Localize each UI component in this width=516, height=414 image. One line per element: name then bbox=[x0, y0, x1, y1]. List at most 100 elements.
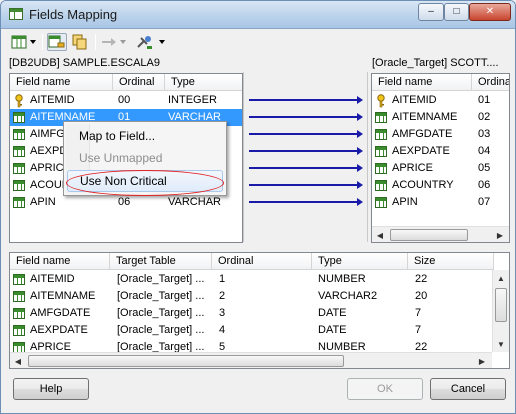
grid-icon bbox=[13, 197, 25, 208]
field-name: APIN bbox=[30, 196, 56, 208]
mapping-results-table[interactable]: Field name Target Table Ordinal Type Siz… bbox=[9, 252, 510, 369]
target-table-label: [Oracle_Target] SCOTT.... bbox=[372, 57, 499, 69]
copy-mapping-button[interactable] bbox=[71, 33, 89, 51]
field-ordinal: 02 bbox=[478, 111, 491, 123]
scroll-up-icon[interactable]: ▲ bbox=[493, 270, 509, 286]
chevron-down-icon bbox=[159, 40, 165, 44]
column-header-type[interactable]: Type bbox=[165, 74, 242, 91]
target-field-row[interactable]: AITEMNAME 02 bbox=[372, 109, 509, 126]
grid-icon bbox=[375, 197, 387, 208]
scroll-left-icon[interactable]: ◀ bbox=[10, 353, 26, 368]
column-header-ordinal[interactable]: Ordinal bbox=[212, 253, 312, 270]
column-header-ordinal[interactable]: Ordinal bbox=[113, 74, 165, 91]
mapping-row[interactable]: AMFGDATE [Oracle_Target] ... 3 DATE 7 bbox=[10, 305, 492, 322]
mapping-arrow[interactable] bbox=[249, 113, 363, 121]
grid-icon bbox=[375, 146, 387, 157]
maximize-button[interactable]: □ bbox=[444, 3, 469, 21]
tools-button[interactable] bbox=[135, 33, 155, 51]
mapping-row[interactable]: AEXPDATE [Oracle_Target] ... 4 DATE 7 bbox=[10, 322, 492, 339]
scroll-left-icon[interactable]: ◀ bbox=[372, 227, 388, 242]
field-ordinal: 00 bbox=[118, 94, 131, 106]
minimize-button[interactable]: – bbox=[418, 3, 444, 21]
menu-item-use-unmapped[interactable]: Use Unmapped bbox=[67, 147, 223, 169]
key-icon bbox=[377, 94, 385, 108]
scroll-right-icon[interactable]: ▶ bbox=[492, 227, 508, 242]
field-type: DATE bbox=[318, 324, 347, 336]
field-name: AITEMID bbox=[30, 273, 75, 285]
source-field-row[interactable]: APIN 06 VARCHAR bbox=[10, 194, 242, 211]
map-arrow-dropdown[interactable] bbox=[118, 33, 128, 51]
column-header-field-name[interactable]: Field name bbox=[10, 74, 113, 91]
target-field-row[interactable]: ACOUNTRY 06 bbox=[372, 177, 509, 194]
column-header-target-table[interactable]: Target Table bbox=[110, 253, 212, 270]
field-name: AEXPDATE bbox=[392, 145, 450, 157]
table-icon bbox=[9, 8, 23, 20]
tools-icon bbox=[137, 36, 152, 49]
source-field-row[interactable]: AITEMID 00 INTEGER bbox=[10, 92, 242, 109]
field-size: 7 bbox=[415, 324, 422, 336]
menu-item-map-to-field[interactable]: Map to Field... bbox=[67, 125, 223, 147]
field-name: AITEMID bbox=[392, 94, 437, 106]
menu-item-use-non-critical[interactable]: Use Non Critical bbox=[67, 170, 223, 192]
mapping-arrow[interactable] bbox=[249, 130, 363, 138]
target-field-row[interactable]: AEXPDATE 04 bbox=[372, 143, 509, 160]
target-table: [Oracle_Target] ... bbox=[117, 273, 205, 285]
grid-view-button[interactable] bbox=[11, 33, 27, 51]
field-ordinal: 05 bbox=[478, 162, 491, 174]
field-type: NUMBER bbox=[318, 273, 366, 285]
mapping-arrow[interactable] bbox=[249, 164, 363, 172]
tools-dropdown-button[interactable] bbox=[157, 33, 167, 51]
column-header-ordinal[interactable]: Ordina bbox=[472, 74, 509, 91]
auto-map-button[interactable] bbox=[47, 33, 67, 51]
cancel-button[interactable]: Cancel bbox=[430, 378, 506, 400]
grid-icon bbox=[13, 180, 25, 191]
target-table: [Oracle_Target] ... bbox=[117, 324, 205, 336]
field-type: INTEGER bbox=[168, 94, 217, 106]
mapping-arrow[interactable] bbox=[249, 147, 363, 155]
grid-icon bbox=[13, 146, 25, 157]
title-bar[interactable]: Fields Mapping – □ ✕ bbox=[1, 1, 515, 29]
target-horizontal-scrollbar[interactable]: ◀ ▶ bbox=[372, 226, 509, 242]
mapping-arrow[interactable] bbox=[249, 198, 363, 206]
grid-icon bbox=[375, 180, 387, 191]
field-ordinal: 3 bbox=[219, 307, 226, 319]
ok-button[interactable]: OK bbox=[347, 378, 423, 400]
help-button[interactable]: Help bbox=[13, 378, 89, 400]
copy-icon bbox=[72, 34, 87, 50]
column-header-field-name[interactable]: Field name bbox=[372, 74, 472, 91]
field-name: AITEMNAME bbox=[392, 111, 458, 123]
field-ordinal: 01 bbox=[478, 94, 491, 106]
scroll-thumb[interactable] bbox=[390, 229, 468, 241]
scroll-right-icon[interactable]: ▶ bbox=[474, 353, 490, 368]
mapping-vertical-scrollbar[interactable]: ▲ ▼ bbox=[492, 270, 509, 352]
scroll-down-icon[interactable]: ▼ bbox=[493, 336, 509, 352]
field-name: AMFGDATE bbox=[392, 128, 453, 140]
scroll-thumb[interactable] bbox=[495, 288, 507, 322]
panel-splitter[interactable] bbox=[1, 247, 515, 251]
map-arrow-button[interactable] bbox=[100, 33, 118, 51]
mapping-arrow[interactable] bbox=[249, 181, 363, 189]
target-fields-list[interactable]: Field name Ordina AITEMID 01 AITEMNAME 02 AM… bbox=[371, 73, 510, 243]
field-ordinal: 04 bbox=[478, 145, 491, 157]
target-field-row[interactable]: APIN 07 bbox=[372, 194, 509, 211]
target-field-row[interactable]: AITEMID 01 bbox=[372, 92, 509, 109]
mapping-arrow[interactable] bbox=[249, 96, 363, 104]
field-name: AMFGDATE bbox=[30, 307, 91, 319]
toolbar bbox=[7, 31, 509, 53]
source-table-label: [DB2UDB] SAMPLE.ESCALA9 bbox=[9, 57, 161, 69]
column-header-size[interactable]: Size bbox=[408, 253, 494, 270]
grid-dropdown-button[interactable] bbox=[28, 33, 38, 51]
target-field-row[interactable]: APRICE 05 bbox=[372, 160, 509, 177]
field-type: VARCHAR2 bbox=[318, 290, 378, 302]
close-button[interactable]: ✕ bbox=[469, 3, 511, 21]
mapping-row[interactable]: AITEMID [Oracle_Target] ... 1 NUMBER 22 bbox=[10, 271, 492, 288]
target-field-row[interactable]: AMFGDATE 03 bbox=[372, 126, 509, 143]
scroll-thumb[interactable] bbox=[28, 355, 344, 367]
field-name: AITEMID bbox=[30, 94, 75, 106]
column-header-field-name[interactable]: Field name bbox=[10, 253, 110, 270]
mapping-horizontal-scrollbar[interactable]: ◀ ▶ bbox=[10, 352, 492, 368]
field-name: APIN bbox=[392, 196, 418, 208]
mapping-row[interactable]: AITEMNAME [Oracle_Target] ... 2 VARCHAR2 20 bbox=[10, 288, 492, 305]
grid-icon bbox=[13, 112, 25, 123]
column-header-type[interactable]: Type bbox=[312, 253, 408, 270]
